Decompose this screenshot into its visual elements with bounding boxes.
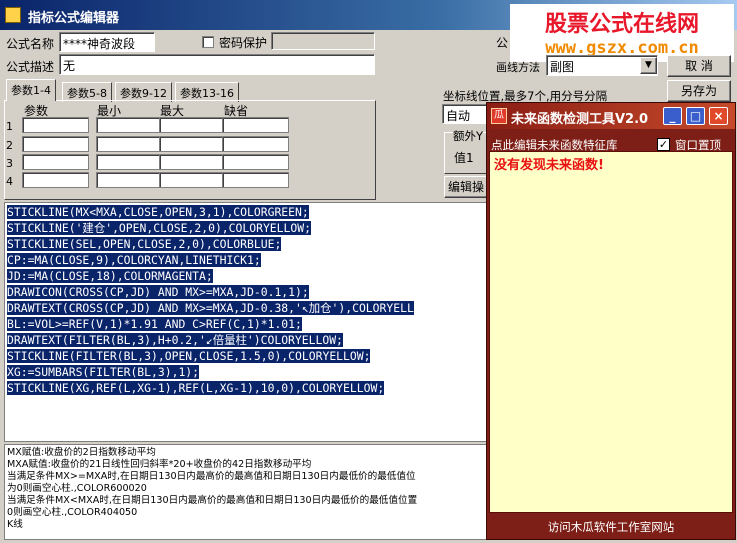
param-min-cell[interactable]: [96, 136, 163, 152]
formula-notes[interactable]: MX赋值:收盘价的2日指数移动平均 MXA赋值:收盘价的21日线性回归斜率*20…: [4, 444, 488, 540]
param-name-cell[interactable]: [22, 117, 89, 133]
param-row-number: 1: [6, 120, 13, 133]
password-checkbox[interactable]: [202, 36, 214, 48]
formula-desc-input[interactable]: 无: [59, 54, 375, 75]
code-line: STICKLINE('建仓',OPEN,CLOSE,2,0),COLORYELL…: [7, 221, 311, 235]
tab-params-13-16[interactable]: 参数13-16: [175, 82, 239, 102]
param-min-cell[interactable]: [96, 117, 163, 133]
note-line: 当满足条件MX<MXA时,在日期日130日内最高价的最高值和日期日130日内最低…: [7, 495, 418, 506]
code-line: XG:=SUMBARS(FILTER(BL,3),1);: [7, 365, 200, 379]
note-line: 0则画空心柱.,COLOR404050: [7, 507, 138, 518]
tool-title: 未来函数检测工具V2.0: [511, 112, 649, 127]
formula-name-input[interactable]: ****神奇波段: [59, 32, 155, 52]
formula-name-label: 公式名称: [6, 37, 55, 51]
code-line: DRAWTEXT(CROSS(CP,JD) AND MX>=MXA,JD-0.3…: [7, 301, 414, 315]
app-icon: [5, 7, 21, 23]
draw-method-value: 副图: [550, 60, 575, 74]
code-line: DRAWICON(CROSS(CP,JD) AND MX>=MXA,JD-0.1…: [7, 285, 309, 299]
code-line: BL:=VOL>=REF(V,1)*1.91 AND C>REF(C,1)*1.…: [7, 317, 302, 331]
window-title: 指标公式编辑器: [28, 11, 120, 26]
note-line: MXA赋值:收盘价的21日线性回归斜率*20+收盘价的42日指数移动平均: [7, 459, 312, 470]
edit-operation-button[interactable]: 编辑操: [444, 176, 488, 198]
code-line: STICKLINE(SEL,OPEN,CLOSE,2,0),COLORBLUE;: [7, 237, 282, 251]
code-line: DRAWTEXT(FILTER(BL,3),H+0.2,'↙倍量柱')COLOR…: [7, 333, 343, 347]
brand-watermark: 股票公式在线网 www.gszx.com.cn: [510, 4, 734, 62]
code-line: JD:=MA(CLOSE,18),COLORMAGENTA;: [7, 269, 213, 283]
axis-position-select[interactable]: 自动: [442, 104, 488, 124]
password-input[interactable]: [271, 32, 375, 50]
note-line: 为0则画空心柱.,COLOR600020: [7, 483, 147, 494]
code-line: STICKLINE(XG,REF(L,XG-1),REF(L,XG-1),10,…: [7, 381, 385, 395]
minimize-icon[interactable]: _: [663, 107, 682, 125]
param-default-cell[interactable]: [222, 117, 289, 133]
param-name-cell[interactable]: [22, 154, 89, 170]
code-line: STICKLINE(MX<MXA,CLOSE,OPEN,3,1),COLORGR…: [7, 205, 309, 219]
note-line: 当满足条件MX>=MXA时,在日期日130日内最高价的最高值和日期日130日内最…: [7, 471, 416, 482]
save-as-button[interactable]: 另存为: [667, 80, 731, 102]
param-name-cell[interactable]: [22, 136, 89, 152]
param-row-number: 2: [6, 139, 13, 152]
chevron-down-icon[interactable]: ▼: [640, 57, 657, 74]
password-label: 密码保护: [219, 36, 268, 50]
future-function-tool-window[interactable]: 瓜 未来函数检测工具V2.0 _ □ × 点此编辑未来函数特征库 ✓ 窗口置顶 …: [486, 102, 736, 540]
formula-desc-label: 公式描述: [6, 60, 55, 74]
param-max-cell[interactable]: [159, 117, 226, 133]
maximize-icon[interactable]: □: [686, 107, 705, 125]
tab-params-5-8[interactable]: 参数5-8: [62, 82, 112, 102]
brand-line-1: 股票公式在线网: [544, 12, 699, 37]
draw-method-label: 画线方法: [496, 61, 540, 74]
param-max-cell[interactable]: [159, 154, 226, 170]
note-line: MX赋值:收盘价的2日指数移动平均: [7, 447, 156, 458]
param-max-cell[interactable]: [159, 136, 226, 152]
code-line: STICKLINE(FILTER(BL,3),OPEN,CLOSE,1.5,0)…: [7, 349, 371, 363]
param-default-cell[interactable]: [222, 172, 289, 188]
param-max-cell[interactable]: [159, 172, 226, 188]
tool-result-area: 没有发现未来函数!: [489, 151, 733, 513]
tool-result-message: 没有发现未来函数!: [494, 158, 604, 173]
melon-icon: 瓜: [491, 108, 507, 124]
close-icon[interactable]: ×: [709, 107, 728, 125]
param-min-cell[interactable]: [96, 172, 163, 188]
extra-y-label: 额外Y: [453, 128, 484, 144]
tab-params-9-12[interactable]: 参数9-12: [115, 82, 172, 102]
param-name-cell[interactable]: [22, 172, 89, 188]
tab-params-1-4[interactable]: 参数1-4: [6, 79, 56, 101]
note-line: K线: [7, 519, 23, 530]
code-line: CP:=MA(CLOSE,9),COLORCYAN,LINETHICK1;: [7, 253, 261, 267]
cancel-button[interactable]: 取 消: [667, 55, 731, 77]
param-row-number: 4: [6, 175, 13, 188]
visit-website-link[interactable]: 访问木瓜软件工作室网站: [487, 515, 735, 539]
param-row-number: 3: [6, 157, 13, 170]
right-label-partial: 公: [496, 36, 509, 50]
param-min-cell[interactable]: [96, 154, 163, 170]
param-default-cell[interactable]: [222, 154, 289, 170]
code-editor[interactable]: STICKLINE(MX<MXA,CLOSE,OPEN,3,1),COLORGR…: [4, 202, 488, 442]
param-default-cell[interactable]: [222, 136, 289, 152]
topmost-checkbox[interactable]: ✓: [657, 138, 670, 151]
value1-label: 值1: [454, 151, 474, 165]
